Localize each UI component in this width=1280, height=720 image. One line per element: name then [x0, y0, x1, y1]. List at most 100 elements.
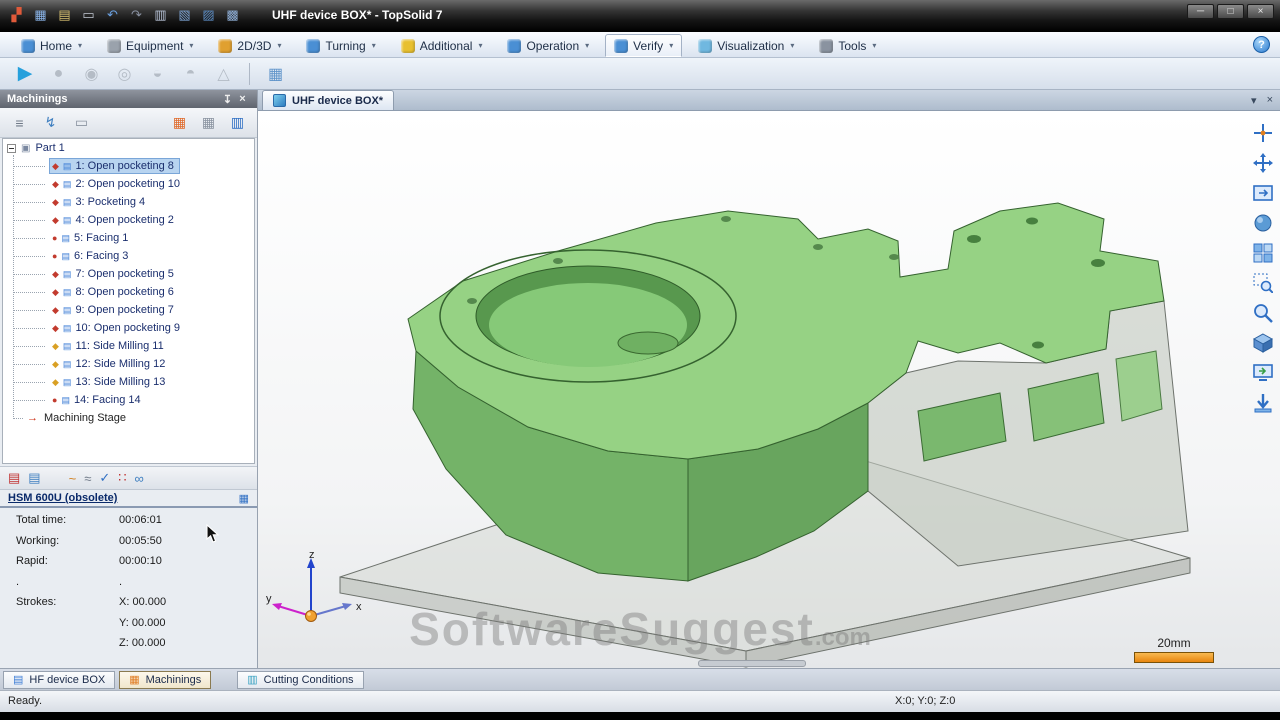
chevron-down-icon[interactable]: ▾: [188, 41, 193, 50]
machining-tree-item[interactable]: 10: Open pocketing 9: [3, 319, 254, 337]
toolpath-icon[interactable]: ~: [69, 471, 77, 486]
close-view-icon[interactable]: ×: [1267, 94, 1273, 107]
window-title: UHF device BOX* - TopSolid 7: [272, 8, 442, 22]
maximize-button[interactable]: □: [1217, 4, 1244, 19]
times-table-icon[interactable]: ▥: [225, 111, 250, 134]
zoom-window-icon[interactable]: [1251, 271, 1275, 295]
collapse-expander-icon[interactable]: [7, 144, 16, 153]
machining-tree-item[interactable]: 7: Open pocketing 5: [3, 265, 254, 283]
machining-tree-item[interactable]: 8: Open pocketing 6: [3, 283, 254, 301]
connection-icon[interactable]: ∞: [135, 471, 144, 486]
viewport-scrollbar[interactable]: [698, 660, 806, 667]
bottom-tab[interactable]: ▥ Cutting Conditions: [237, 671, 363, 689]
window-layout-icon[interactable]: ▩: [222, 5, 243, 24]
machining-plan-icon[interactable]: ▦: [263, 61, 288, 86]
tools-table-icon[interactable]: ▦: [196, 111, 221, 134]
chevron-down-icon[interactable]: ▾: [276, 41, 281, 50]
document-tab[interactable]: UHF device BOX*: [262, 90, 394, 110]
ribbon-tab-label: Visualization: [717, 39, 784, 53]
settings-icon[interactable]: ▧: [174, 5, 195, 24]
tool-icon[interactable]: ◒: [145, 61, 170, 86]
chevron-down-icon[interactable]: ▾: [871, 41, 876, 50]
ribbon-tab[interactable]: Verify ▾: [605, 34, 682, 57]
minimize-button[interactable]: ─: [1187, 4, 1214, 19]
operations-table-icon[interactable]: ▦: [167, 111, 192, 134]
machining-tree-item[interactable]: 2: Open pocketing 10: [3, 175, 254, 193]
model-3d-viewport[interactable]: z x y SoftwareSuggest.com 20mm: [258, 111, 1280, 668]
ribbon-tab[interactable]: Tools ▾: [810, 34, 885, 57]
isometric-view-icon[interactable]: [1251, 331, 1275, 355]
bottom-tab-label: Cutting Conditions: [264, 674, 354, 686]
verify-check-icon[interactable]: ✓: [99, 470, 110, 486]
curve-icon[interactable]: ≈: [84, 471, 91, 486]
bottom-tab[interactable]: ▤ HF device BOX: [3, 671, 115, 689]
machining-tree-item[interactable]: 14: Facing 14: [3, 391, 254, 409]
simulate-play-button[interactable]: ▶: [12, 61, 38, 87]
ribbon-tab[interactable]: Operation ▾: [498, 34, 598, 57]
tree-root-part[interactable]: Part 1: [3, 139, 254, 157]
tools-view-icon[interactable]: ▤: [28, 470, 40, 486]
holder-icon[interactable]: ◓: [178, 61, 203, 86]
chevron-down-icon[interactable]: ▾: [789, 41, 794, 50]
zoom-icon[interactable]: [1251, 301, 1275, 325]
machining-tree-item[interactable]: 3: Pocketing 4: [3, 193, 254, 211]
ribbon-tab[interactable]: Turning ▾: [297, 34, 384, 57]
ribbon-tab[interactable]: 2D/3D ▾: [209, 34, 290, 57]
model-3d-view[interactable]: [258, 111, 1280, 668]
ribbon-tab[interactable]: Additional ▾: [392, 34, 492, 57]
screen-update-icon[interactable]: [1251, 361, 1275, 385]
machined-stock-icon[interactable]: ◉: [79, 61, 104, 86]
machining-tree-item[interactable]: 9: Open pocketing 7: [3, 301, 254, 319]
help-button[interactable]: ?: [1253, 36, 1270, 53]
machining-tree-item[interactable]: 5: Facing 1: [3, 229, 254, 247]
chevron-down-icon[interactable]: ▾: [371, 41, 376, 50]
machining-tree-item[interactable]: 13: Side Milling 13: [3, 373, 254, 391]
machining-tree-item[interactable]: 6: Facing 3: [3, 247, 254, 265]
target-part-icon[interactable]: ◎: [112, 61, 137, 86]
document-options-icon[interactable]: ▨: [198, 5, 219, 24]
stock-icon[interactable]: ●: [46, 61, 71, 86]
machining-tree-item[interactable]: 4: Open pocketing 2: [3, 211, 254, 229]
ribbon-tab[interactable]: Visualization ▾: [689, 34, 803, 57]
machining-tree-item[interactable]: 1: Open pocketing 8: [3, 157, 254, 175]
operation-type-icon: [52, 161, 59, 172]
machining-stage-item[interactable]: Machining Stage: [3, 409, 254, 427]
fit-view-icon[interactable]: [1251, 181, 1275, 205]
sync-icon[interactable]: ↯: [38, 111, 63, 134]
chevron-down-icon[interactable]: ▾: [77, 41, 82, 50]
chevron-down-icon[interactable]: ▾: [668, 41, 673, 50]
probe-icon[interactable]: △: [211, 61, 236, 86]
close-panel-icon[interactable]: ×: [235, 93, 250, 105]
tree-filter-icon[interactable]: ≡: [7, 111, 32, 134]
close-button[interactable]: ×: [1247, 4, 1274, 19]
machine-info-icon[interactable]: ▦: [239, 492, 249, 505]
save-icon[interactable]: ▦: [30, 5, 51, 24]
ribbon-tab[interactable]: Equipment ▾: [98, 34, 202, 57]
machining-tree-item[interactable]: 12: Side Milling 12: [3, 355, 254, 373]
chevron-down-icon[interactable]: ▾: [477, 41, 482, 50]
bottom-tab-bar: ▤ HF device BOX ▦ Machinings ▥ Cutting C…: [0, 668, 1280, 690]
print-icon[interactable]: ▭: [69, 111, 94, 134]
machine-name-link[interactable]: HSM 600U (obsolete): [8, 492, 117, 504]
collisions-icon[interactable]: ∷: [118, 470, 126, 486]
axis-y-label: y: [266, 593, 272, 605]
default-view-icon[interactable]: [1251, 391, 1275, 415]
redo-icon[interactable]: ↷: [126, 5, 147, 24]
toolbar-separator: [249, 63, 250, 85]
pin-icon[interactable]: ↧: [220, 93, 235, 106]
shaded-view-icon[interactable]: [1251, 211, 1275, 235]
window-list-icon[interactable]: ▾: [1251, 94, 1257, 107]
origin-crosshair-icon[interactable]: [1251, 121, 1275, 145]
app-menu-icon[interactable]: ▞: [6, 5, 27, 24]
copy-view-icon[interactable]: ▥: [150, 5, 171, 24]
machining-tree-item[interactable]: 11: Side Milling 11: [3, 337, 254, 355]
pan-icon[interactable]: [1251, 151, 1275, 175]
split-viewports-icon[interactable]: [1251, 241, 1275, 265]
undo-icon[interactable]: ↶: [102, 5, 123, 24]
open-icon[interactable]: ▤: [54, 5, 75, 24]
chevron-down-icon[interactable]: ▾: [584, 41, 589, 50]
machinings-view-icon[interactable]: ▤: [8, 470, 20, 486]
bottom-tab[interactable]: ▦ Machinings: [119, 671, 211, 689]
ribbon-tab[interactable]: Home ▾: [12, 34, 91, 57]
print-icon[interactable]: ▭: [78, 5, 99, 24]
